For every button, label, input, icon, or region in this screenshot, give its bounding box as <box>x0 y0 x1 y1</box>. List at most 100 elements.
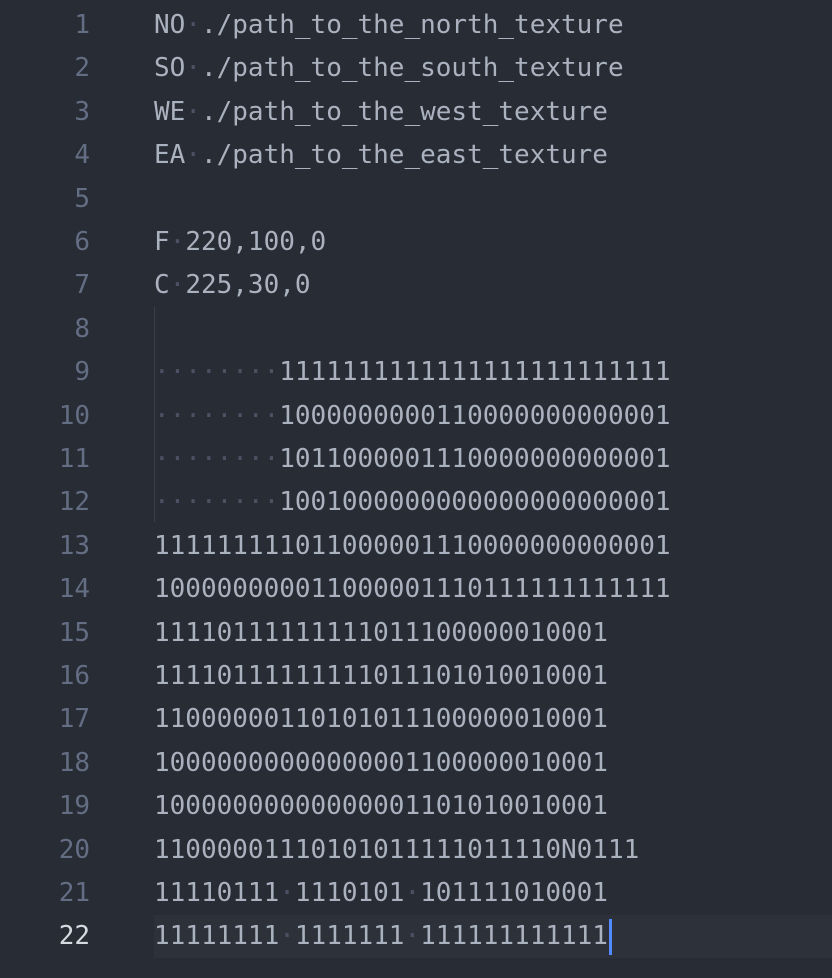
whitespace-marker: · <box>279 878 295 908</box>
line-content[interactable]: EA·./path_to_the_east_texture <box>154 134 832 177</box>
code-text: 11000000110101011100000010001 <box>154 704 608 735</box>
line-number: 12 <box>58 487 90 518</box>
code-text: SO <box>154 53 186 84</box>
whitespace-marker: · <box>185 10 201 40</box>
editor-line[interactable]: 6 F·220,100,0 <box>0 221 832 264</box>
editor-line[interactable]: 7 C·225,30,0 <box>0 264 832 307</box>
code-text: 111111111111 <box>420 921 608 952</box>
line-content[interactable]: 11111111·1111111·111111111111 <box>154 915 832 959</box>
editor-line[interactable]: 12 ········1001000000000000000000001 <box>0 481 832 524</box>
code-text: 1011000001110000000000001 <box>279 444 671 474</box>
line-number: 6 <box>74 227 90 257</box>
line-number: 13 <box>58 530 90 561</box>
editor-line[interactable]: 4 EA·./path_to_the_east_texture <box>0 134 832 177</box>
whitespace-marker: · <box>404 921 421 952</box>
code-text: WE <box>154 96 186 127</box>
editor-line[interactable]: 9 ········1111111111111111111111111 <box>0 351 832 394</box>
text-cursor <box>608 918 612 955</box>
line-content[interactable]: 11110111·1110101·101111010001 <box>154 872 832 915</box>
line-number: 16 <box>58 661 90 691</box>
whitespace-marker: ········ <box>154 444 280 474</box>
code-text: 1110101 <box>294 878 405 908</box>
editor-line[interactable]: 21 11110111·1110101·101111010001 <box>0 872 832 915</box>
code-text: ./path_to_the_east_texture <box>200 140 608 171</box>
line-content[interactable]: WE·./path_to_the_west_texture <box>154 91 832 134</box>
line-content[interactable]: C·225,30,0 <box>154 264 832 307</box>
line-number: 18 <box>58 747 90 778</box>
code-text: 11111111 <box>154 921 280 952</box>
code-text: C <box>154 270 170 301</box>
line-number: 3 <box>74 96 90 127</box>
code-text: F <box>154 227 170 257</box>
line-content[interactable]: ········1001000000000000000000001 <box>154 481 832 524</box>
editor-line[interactable]: 14 100000000011000001110111111111111 <box>0 568 832 611</box>
line-content[interactable]: 11110111111111011100000010001 <box>154 612 832 655</box>
editor-line[interactable]: 3 WE·./path_to_the_west_texture <box>0 91 832 134</box>
line-content[interactable]: SO·./path_to_the_south_texture <box>154 47 832 90</box>
line-number: 20 <box>58 834 90 865</box>
line-content[interactable]: 11110111111111011101010010001 <box>154 655 832 698</box>
line-number: 5 <box>74 183 90 214</box>
line-number: 9 <box>74 357 90 388</box>
line-number: 8 <box>74 313 90 344</box>
whitespace-marker: · <box>279 921 295 952</box>
line-content[interactable]: ········1111111111111111111111111 <box>154 351 832 394</box>
code-text: 1000000000110000000000001 <box>279 400 671 431</box>
editor-line[interactable]: 15 11110111111111011100000010001 <box>0 612 832 655</box>
code-text: 11000001110101011111011110N0111 <box>154 834 640 865</box>
code-text: ./path_to_the_south_texture <box>200 53 624 84</box>
code-text: 100000000011000001110111111111111 <box>154 574 671 605</box>
line-number: 19 <box>58 791 90 822</box>
code-text: 1001000000000000000000001 <box>279 487 671 518</box>
editor-line[interactable]: 13 111111111011000001110000000000001 <box>0 525 832 568</box>
line-number: 11 <box>58 444 90 474</box>
code-text: 1111111 <box>294 921 405 952</box>
whitespace-marker: · <box>169 270 186 301</box>
editor-line[interactable]: 10 ········1000000000110000000000001 <box>0 395 832 438</box>
editor-line[interactable]: 1 NO·./path_to_the_north_texture <box>0 4 832 47</box>
editor-line[interactable]: 5 <box>0 178 832 221</box>
editor-line[interactable]: 2 SO·./path_to_the_south_texture <box>0 47 832 90</box>
line-content[interactable]: ········1011000001110000000000001 <box>154 438 832 481</box>
code-editor[interactable]: 1 NO·./path_to_the_north_texture 2 SO·./pat… <box>0 0 832 978</box>
line-number: 7 <box>74 270 90 301</box>
line-number: 14 <box>58 574 90 605</box>
line-content[interactable]: 11000000110101011100000010001 <box>154 698 832 741</box>
line-content[interactable]: ········1000000000110000000000001 <box>154 395 832 438</box>
editor-line[interactable]: 19 10000000000000001101010010001 <box>0 785 832 828</box>
whitespace-marker: ········ <box>154 487 280 518</box>
whitespace-marker: · <box>185 53 201 84</box>
editor-line[interactable]: 16 11110111111111011101010010001 <box>0 655 832 698</box>
editor-line[interactable]: 8 <box>0 308 832 351</box>
code-text: 10000000000000001101010010001 <box>154 791 608 822</box>
code-text: 101111010001 <box>420 878 608 908</box>
whitespace-marker: · <box>404 878 421 908</box>
code-text: 11110111 <box>154 878 280 908</box>
editor-line[interactable]: 11 ········1011000001110000000000001 <box>0 438 832 481</box>
line-number: 17 <box>58 704 90 735</box>
line-content[interactable]: NO·./path_to_the_north_texture <box>154 4 832 47</box>
editor-line[interactable]: 18 10000000000000001100000010001 <box>0 742 832 785</box>
line-content[interactable] <box>154 178 832 221</box>
code-text: NO <box>154 10 186 40</box>
code-text: 11110111111111011101010010001 <box>154 661 608 691</box>
line-content[interactable]: 100000000011000001110111111111111 <box>154 568 832 611</box>
line-number: 22 <box>58 921 90 952</box>
code-text: 220,100,0 <box>185 227 327 257</box>
line-number: 10 <box>58 400 90 431</box>
code-text: 10000000000000001100000010001 <box>154 747 608 778</box>
line-content[interactable]: 10000000000000001100000010001 <box>154 742 832 785</box>
line-content[interactable]: 11000001110101011111011110N0111 <box>154 829 832 872</box>
editor-line[interactable]: 20 11000001110101011111011110N0111 <box>0 829 832 872</box>
line-number: 4 <box>74 140 90 171</box>
whitespace-marker: · <box>169 227 186 257</box>
editor-line[interactable]: 22 11111111·1111111·111111111111 <box>0 915 832 959</box>
code-text: 225,30,0 <box>185 270 311 301</box>
line-content[interactable]: 10000000000000001101010010001 <box>154 785 832 828</box>
code-text: ./path_to_the_west_texture <box>200 96 608 127</box>
line-content[interactable] <box>154 308 832 351</box>
line-content[interactable]: F·220,100,0 <box>154 221 832 264</box>
code-text: 11110111111111011100000010001 <box>154 617 608 648</box>
line-content[interactable]: 111111111011000001110000000000001 <box>154 525 832 568</box>
editor-line[interactable]: 17 11000000110101011100000010001 <box>0 698 832 741</box>
